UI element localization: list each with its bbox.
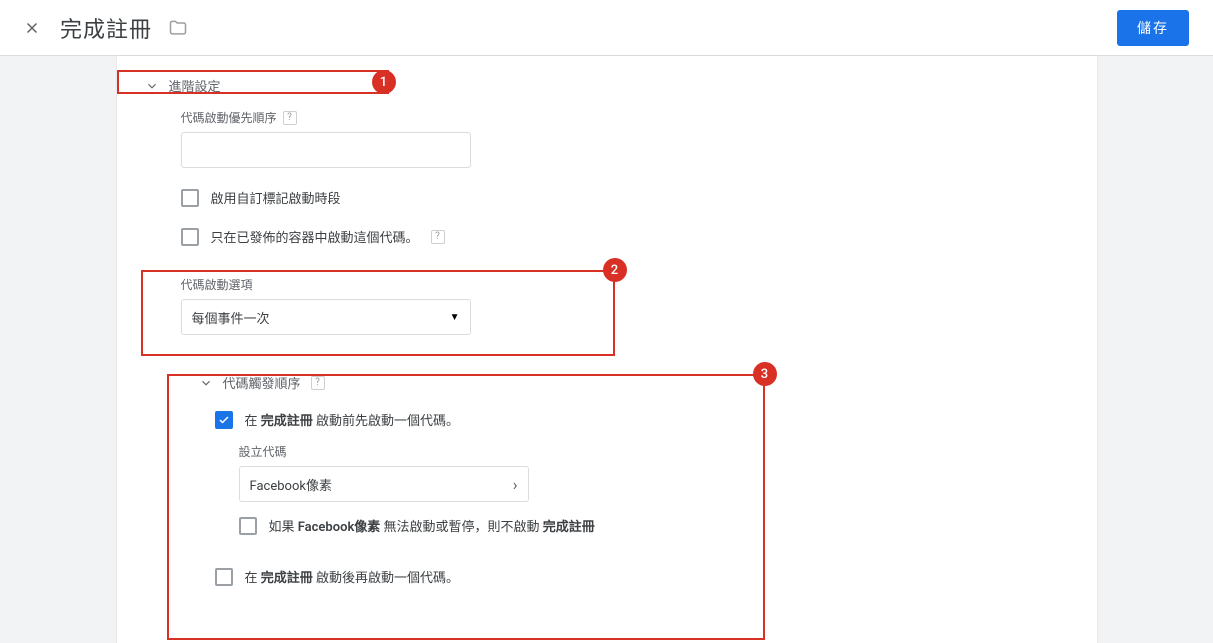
chevron-down-icon — [199, 376, 213, 390]
fire-before-label: 在 完成註冊 啟動前先啟動一個代碼。 — [245, 410, 459, 429]
chevron-down-icon — [145, 79, 159, 93]
fire-after-label: 在 完成註冊 啟動後再啟動一個代碼。 — [245, 567, 459, 586]
setup-tag-select[interactable]: Facebook像素 › — [239, 466, 529, 502]
custom-schedule-row: 啟用自訂標記啟動時段 — [145, 188, 1069, 207]
custom-schedule-checkbox[interactable] — [181, 189, 199, 207]
sequencing-label: 代碼觸發順序 — [223, 373, 301, 392]
folder-button[interactable] — [168, 18, 188, 38]
page-title: 完成註冊 — [60, 12, 152, 44]
setup-tag-label: 設立代碼 — [239, 443, 1069, 460]
page-header: 完成註冊 儲存 — [0, 0, 1213, 56]
custom-schedule-label: 啟用自訂標記啟動時段 — [211, 188, 341, 207]
advanced-settings-label: 進階設定 — [169, 76, 221, 95]
firing-options-group: 代碼啟動選項 每個事件一次 ▼ — [145, 276, 1069, 335]
dont-fire-checkbox[interactable] — [239, 517, 257, 535]
annotation-badge-1: 1 — [372, 70, 396, 94]
firing-options-label: 代碼啟動選項 — [181, 276, 1069, 293]
advanced-settings-header[interactable]: 進階設定 — [145, 76, 1069, 95]
setup-tag-group: 設立代碼 Facebook像素 › — [145, 443, 1069, 502]
fire-after-row: 在 完成註冊 啟動後再啟動一個代碼。 — [145, 567, 1069, 586]
save-button[interactable]: 儲存 — [1117, 10, 1189, 46]
help-icon[interactable]: ? — [311, 376, 325, 390]
published-only-row: 只在已發佈的容器中啟動這個代碼。 ? — [145, 227, 1069, 246]
annotation-badge-2: 2 — [603, 258, 627, 282]
content-area: 進階設定 代碼啟動優先順序 ? 啟用自訂標記啟動時段 只在已發佈的容器中啟動這個… — [0, 56, 1213, 643]
priority-label: 代碼啟動優先順序 ? — [181, 109, 1069, 126]
help-icon[interactable]: ? — [283, 111, 297, 125]
annotation-badge-3: 3 — [753, 362, 777, 386]
main-panel: 進階設定 代碼啟動優先順序 ? 啟用自訂標記啟動時段 只在已發佈的容器中啟動這個… — [117, 56, 1097, 643]
chevron-right-icon: › — [513, 475, 518, 494]
caret-down-icon: ▼ — [450, 312, 460, 323]
published-only-checkbox[interactable] — [181, 228, 199, 246]
dont-fire-label: 如果 Facebook像素 無法啟動或暫停，則不啟動 完成註冊 — [269, 516, 595, 535]
firing-options-value: 每個事件一次 — [192, 308, 270, 327]
sequencing-header[interactable]: 代碼觸發順序 ? — [145, 373, 1069, 392]
close-button[interactable] — [12, 8, 52, 48]
published-only-label: 只在已發佈的容器中啟動這個代碼。 — [211, 227, 419, 246]
folder-icon — [168, 18, 188, 38]
fire-before-row: 在 完成註冊 啟動前先啟動一個代碼。 — [145, 410, 1069, 429]
help-icon[interactable]: ? — [431, 230, 445, 244]
priority-field-group: 代碼啟動優先順序 ? — [145, 109, 1069, 168]
close-icon — [23, 19, 41, 37]
priority-input[interactable] — [181, 132, 471, 168]
fire-before-checkbox[interactable] — [215, 411, 233, 429]
fire-after-checkbox[interactable] — [215, 568, 233, 586]
dont-fire-row: 如果 Facebook像素 無法啟動或暫停，則不啟動 完成註冊 — [145, 516, 1069, 535]
firing-options-select[interactable]: 每個事件一次 ▼ — [181, 299, 471, 335]
setup-tag-value: Facebook像素 — [250, 475, 332, 494]
